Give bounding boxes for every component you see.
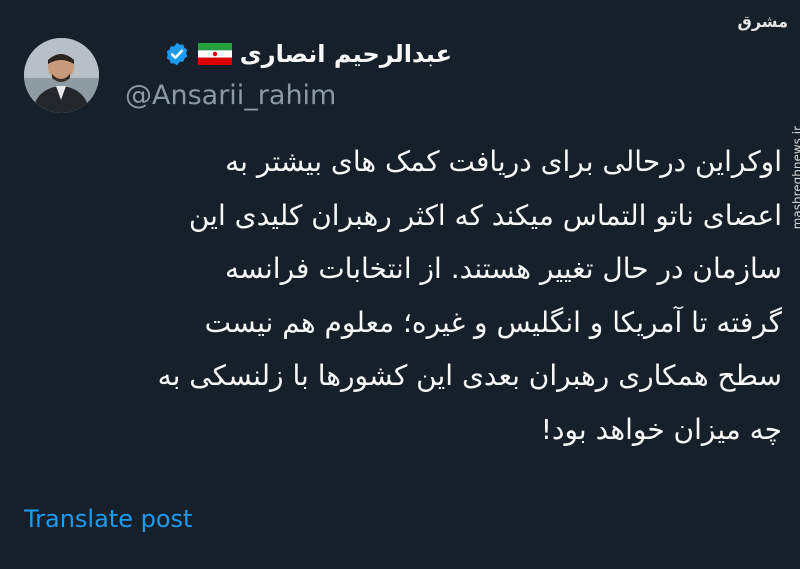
- author-header: عبدالرحیم انصاری: [122, 34, 452, 74]
- avatar-image: [24, 38, 99, 113]
- watermark-url: mashreghnews.ir: [790, 126, 800, 230]
- post-text: اوکراین درحالی برای دریافت کمک های بیشتر…: [157, 145, 782, 446]
- watermark-logo: مشرق: [737, 12, 788, 31]
- tweet-card: عبدالرحیم انصاری @Ansarii_rahim اوکراین …: [0, 0, 800, 569]
- iran-flag-icon: [197, 43, 232, 65]
- author-name-row: عبدالرحیم انصاری: [122, 34, 452, 74]
- verified-badge-icon[interactable]: [164, 41, 190, 67]
- translate-post-link[interactable]: Translate post: [24, 505, 192, 533]
- watermark: مشرق mashreghnews.ir: [738, 8, 800, 229]
- author-handle[interactable]: @Ansarii_rahim: [125, 80, 336, 111]
- avatar[interactable]: [24, 38, 99, 113]
- author-display-name[interactable]: عبدالرحیم انصاری: [240, 40, 452, 68]
